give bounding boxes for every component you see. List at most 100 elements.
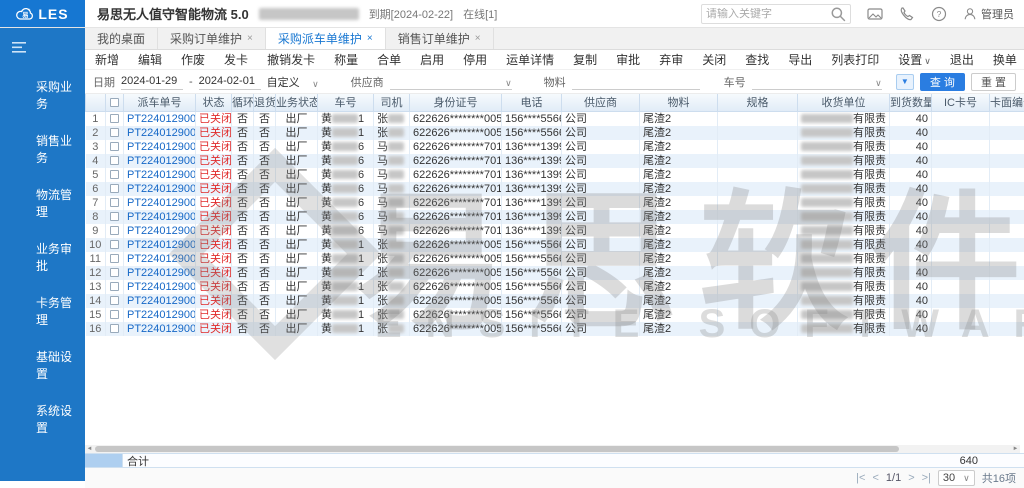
toolbar-button[interactable]: 作废: [181, 51, 205, 68]
vehicle-select[interactable]: ∨: [752, 74, 882, 90]
sidebar-item-2[interactable]: 销售业务: [0, 122, 85, 176]
row-checkbox[interactable]: [110, 324, 119, 333]
toolbar-button[interactable]: 启用: [420, 51, 444, 68]
table-row[interactable]: 6PT22401290011已关闭否否出厂黄6马622626********70…: [86, 182, 1024, 196]
sidebar-item-7[interactable]: 系统设置: [0, 392, 85, 446]
order-no-link[interactable]: PT22401290001: [127, 323, 196, 335]
sidebar-item-1[interactable]: 采购业务: [0, 68, 85, 122]
table-row[interactable]: 5PT22401290012已关闭否否出厂黄6马622626********70…: [86, 168, 1024, 182]
tab-3[interactable]: 采购派车单维护×: [266, 28, 386, 49]
order-no-link[interactable]: PT22401290008: [127, 225, 196, 237]
order-no-link[interactable]: PT22401290009: [127, 211, 196, 223]
menu-toggle-icon[interactable]: [0, 34, 85, 68]
toolbar-button[interactable]: 撤销发卡: [267, 51, 315, 68]
date-from-input[interactable]: [121, 74, 183, 90]
search-icon[interactable]: [830, 6, 846, 22]
date-to-input[interactable]: [199, 74, 261, 90]
sidebar-item-3[interactable]: 物流管理: [0, 176, 85, 230]
table-row[interactable]: 16PT22401290001已关闭否否出厂黄1张622626********0…: [86, 322, 1024, 336]
toolbar-button[interactable]: 复制: [573, 51, 597, 68]
table-row[interactable]: 11PT22401290006已关闭否否出厂黄1张622626********0…: [86, 252, 1024, 266]
sidebar-item-6[interactable]: 基础设置: [0, 338, 85, 392]
page-size-select[interactable]: 30∨: [938, 470, 975, 486]
order-no-link[interactable]: PT22401290004: [127, 281, 196, 293]
toolbar-button[interactable]: 换单: [993, 51, 1017, 68]
order-no-link[interactable]: PT22401290007: [127, 239, 196, 251]
table-row[interactable]: 1PT22401290016已关闭否否出厂黄1张622626********00…: [86, 111, 1024, 126]
order-no-link[interactable]: PT22401290006: [127, 253, 196, 265]
sidebar-item-4[interactable]: 业务审批: [0, 230, 85, 284]
first-page-button[interactable]: |<: [856, 472, 865, 484]
toolbar-button[interactable]: 查找: [745, 51, 769, 68]
order-no-link[interactable]: PT22401290010: [127, 197, 196, 209]
toolbar-button[interactable]: 发卡: [224, 51, 248, 68]
toolbar-button[interactable]: 弃审: [659, 51, 683, 68]
toolbar-button[interactable]: 编辑: [138, 51, 162, 68]
query-button[interactable]: 查 询: [920, 73, 965, 91]
order-no-link[interactable]: PT22401290003: [127, 295, 196, 307]
table-row[interactable]: 9PT22401290008已关闭否否出厂黄6马622626********70…: [86, 224, 1024, 238]
order-no-link[interactable]: PT22401290011: [127, 183, 196, 195]
toolbar-button[interactable]: 导出: [788, 51, 812, 68]
toolbar-button[interactable]: 运单详情: [506, 51, 554, 68]
supplier-select[interactable]: ∨: [390, 74, 512, 90]
row-checkbox[interactable]: [110, 184, 119, 193]
row-checkbox[interactable]: [110, 282, 119, 291]
row-checkbox[interactable]: [110, 226, 119, 235]
toolbar-button[interactable]: 新增: [95, 51, 119, 68]
row-checkbox[interactable]: [110, 240, 119, 249]
sidebar-item-5[interactable]: 卡务管理: [0, 284, 85, 338]
table-row[interactable]: 14PT22401290003已关闭否否出厂黄1张622626********0…: [86, 294, 1024, 308]
app-logo[interactable]: 易 + LES: [0, 0, 85, 27]
next-page-button[interactable]: >: [908, 472, 914, 484]
toolbar-button[interactable]: 关闭: [702, 51, 726, 68]
order-no-link[interactable]: PT22401290012: [127, 169, 196, 181]
toolbar-button[interactable]: 列表打印: [831, 51, 879, 68]
toolbar-button[interactable]: 称量: [334, 51, 358, 68]
row-checkbox[interactable]: [110, 114, 119, 123]
order-no-link[interactable]: PT22401290005: [127, 267, 196, 279]
order-no-link[interactable]: PT22401290002: [127, 309, 196, 321]
search-input[interactable]: [706, 8, 830, 20]
table-row[interactable]: 15PT22401290002已关闭否否出厂黄1张622626********0…: [86, 308, 1024, 322]
tab-1[interactable]: 我的桌面: [85, 28, 158, 49]
message-icon[interactable]: [867, 6, 883, 22]
scroll-left-icon[interactable]: ◄: [85, 445, 94, 453]
table-row[interactable]: 4PT22401290013已关闭否否出厂黄6马622626********70…: [86, 154, 1024, 168]
order-no-link[interactable]: PT22401290014: [127, 141, 196, 153]
row-checkbox[interactable]: [110, 198, 119, 207]
row-checkbox[interactable]: [110, 128, 119, 137]
select-all-checkbox[interactable]: [110, 98, 119, 107]
horizontal-scrollbar[interactable]: ◄ ►: [85, 445, 1020, 453]
order-no-link[interactable]: PT22401290015: [127, 127, 196, 139]
row-checkbox[interactable]: [110, 170, 119, 179]
row-checkbox[interactable]: [110, 268, 119, 277]
row-checkbox[interactable]: [110, 296, 119, 305]
table-row[interactable]: 7PT22401290010已关闭否否出厂黄6马622626********70…: [86, 196, 1024, 210]
tab-close-icon[interactable]: ×: [247, 33, 253, 44]
tab-close-icon[interactable]: ×: [367, 33, 373, 44]
prev-page-button[interactable]: <: [872, 472, 878, 484]
tab-close-icon[interactable]: ×: [475, 33, 481, 44]
filter-collapse-button[interactable]: ▼: [896, 74, 914, 90]
last-page-button[interactable]: >|: [922, 472, 931, 484]
row-checkbox[interactable]: [110, 156, 119, 165]
row-checkbox[interactable]: [110, 254, 119, 263]
date-preset-select[interactable]: 自定义∨: [267, 74, 319, 90]
scrollbar-thumb[interactable]: [95, 446, 899, 452]
reset-button[interactable]: 重 置: [971, 73, 1016, 91]
table-row[interactable]: 8PT22401290009已关闭否否出厂黄6马622626********70…: [86, 210, 1024, 224]
user-menu[interactable]: 管理员: [963, 6, 1014, 22]
toolbar-button[interactable]: 停用: [463, 51, 487, 68]
toolbar-button[interactable]: 退出: [950, 51, 974, 68]
toolbar-button[interactable]: 设置∨: [898, 51, 931, 68]
toolbar-button[interactable]: 审批: [616, 51, 640, 68]
help-icon[interactable]: ?: [931, 6, 947, 22]
table-row[interactable]: 3PT22401290014已关闭否否出厂黄6马622626********70…: [86, 140, 1024, 154]
table-row[interactable]: 13PT22401290004已关闭否否出厂黄1张622626********0…: [86, 280, 1024, 294]
tab-4[interactable]: 销售订单维护×: [386, 28, 494, 49]
material-input[interactable]: [572, 74, 700, 90]
table-row[interactable]: 2PT22401290015已关闭否否出厂黄1张622626********00…: [86, 126, 1024, 140]
toolbar-button[interactable]: 合单: [377, 51, 401, 68]
order-no-link[interactable]: PT22401290013: [127, 155, 196, 167]
